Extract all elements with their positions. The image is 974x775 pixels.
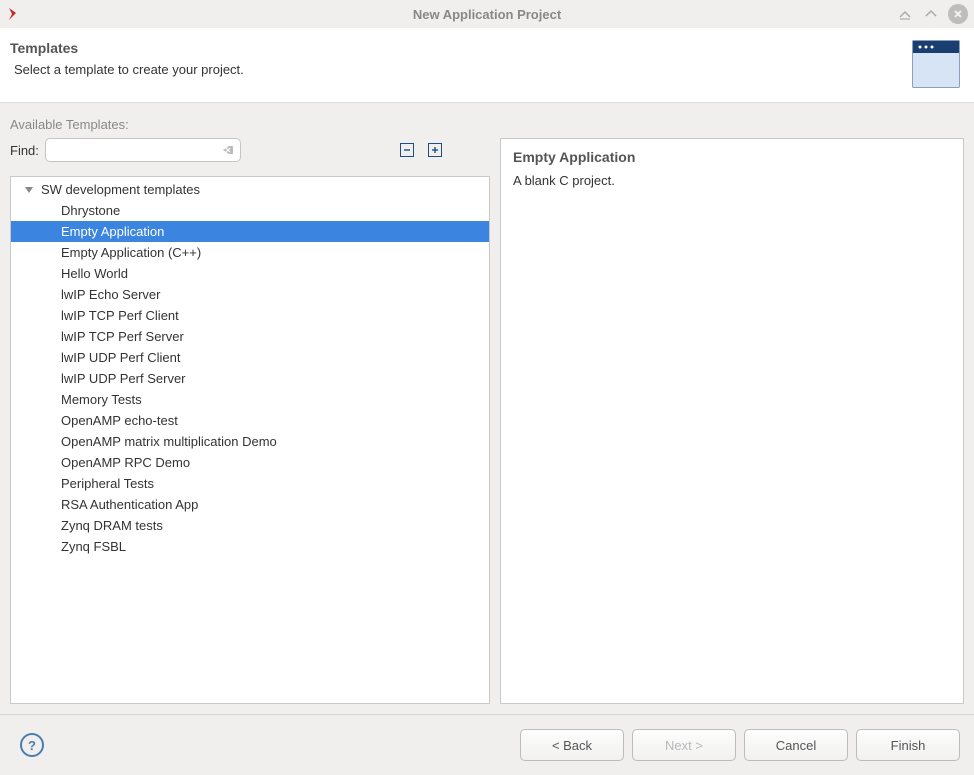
titlebar: New Application Project [0,0,974,28]
wizard-footer: ? < Back Next > Cancel Finish [0,714,974,775]
template-item[interactable]: Memory Tests [11,389,489,410]
help-button[interactable]: ? [20,733,44,757]
description-panel: Empty Application A blank C project. [500,138,964,704]
expand-all-button[interactable] [428,143,442,157]
banner-heading: Templates [10,40,244,56]
description-body: A blank C project. [513,173,951,188]
template-item[interactable]: RSA Authentication App [11,494,489,515]
template-item[interactable]: lwIP TCP Perf Server [11,326,489,347]
collapse-all-button[interactable] [400,143,414,157]
template-item[interactable]: Zynq FSBL [11,536,489,557]
template-item[interactable]: Hello World [11,263,489,284]
expand-collapse-icon[interactable] [25,187,33,193]
template-item[interactable]: Empty Application (C++) [11,242,489,263]
template-item[interactable]: lwIP Echo Server [11,284,489,305]
templates-column: Find: [10,138,490,704]
tree-group-label: SW development templates [41,182,200,197]
template-item[interactable]: lwIP UDP Perf Client [11,347,489,368]
find-label: Find: [10,143,39,158]
window-title: New Application Project [0,7,974,22]
content-area: Available Templates: Find: [0,103,974,714]
cancel-button[interactable]: Cancel [744,729,848,761]
find-input[interactable] [45,138,241,162]
template-item[interactable]: lwIP UDP Perf Server [11,368,489,389]
template-item[interactable]: OpenAMP matrix multiplication Demo [11,431,489,452]
template-item[interactable]: Dhrystone [11,200,489,221]
template-item[interactable]: Zynq DRAM tests [11,515,489,536]
tree-group[interactable]: SW development templates [11,179,489,200]
banner-window-icon [912,40,960,88]
banner-subheading: Select a template to create your project… [14,62,244,77]
description-title: Empty Application [513,149,951,165]
back-button[interactable]: < Back [520,729,624,761]
clear-find-icon[interactable] [221,143,235,157]
available-templates-label: Available Templates: [10,117,964,132]
template-item[interactable]: Peripheral Tests [11,473,489,494]
finish-button[interactable]: Finish [856,729,960,761]
description-column: Empty Application A blank C project. [500,138,964,704]
template-item[interactable]: Empty Application [11,221,489,242]
template-item[interactable]: OpenAMP RPC Demo [11,452,489,473]
wizard-banner: Templates Select a template to create yo… [0,28,974,103]
template-item[interactable]: OpenAMP echo-test [11,410,489,431]
next-button: Next > [632,729,736,761]
template-item[interactable]: lwIP TCP Perf Client [11,305,489,326]
templates-tree[interactable]: SW development templates DhrystoneEmpty … [10,176,490,704]
